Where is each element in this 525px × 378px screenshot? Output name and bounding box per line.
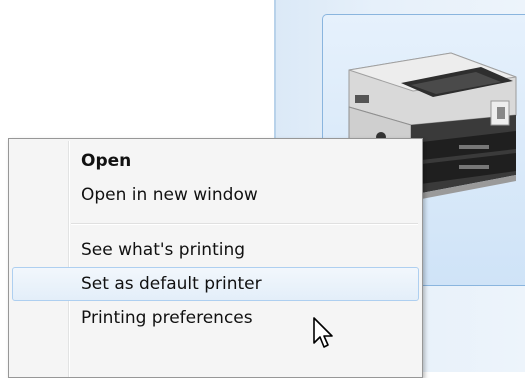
context-menu: Open Open in new window See what's print… — [8, 138, 423, 378]
menu-item-label: See what's printing — [81, 240, 246, 260]
menu-item-open[interactable]: Open — [12, 144, 419, 178]
menu-item-see-whats-printing[interactable]: See what's printing — [12, 233, 419, 267]
menu-item-set-as-default-printer[interactable]: Set as default printer — [12, 267, 419, 301]
mouse-pointer-icon — [313, 317, 333, 348]
menu-item-printing-preferences[interactable]: Printing preferences — [12, 301, 419, 335]
menu-separator — [71, 223, 418, 225]
menu-item-label: Set as default printer — [81, 274, 262, 294]
menu-item-label: Open — [81, 151, 132, 171]
menu-item-open-in-new-window[interactable]: Open in new window — [12, 178, 419, 212]
menu-item-label: Open in new window — [81, 185, 258, 205]
menu-item-label: Printing preferences — [81, 308, 253, 328]
